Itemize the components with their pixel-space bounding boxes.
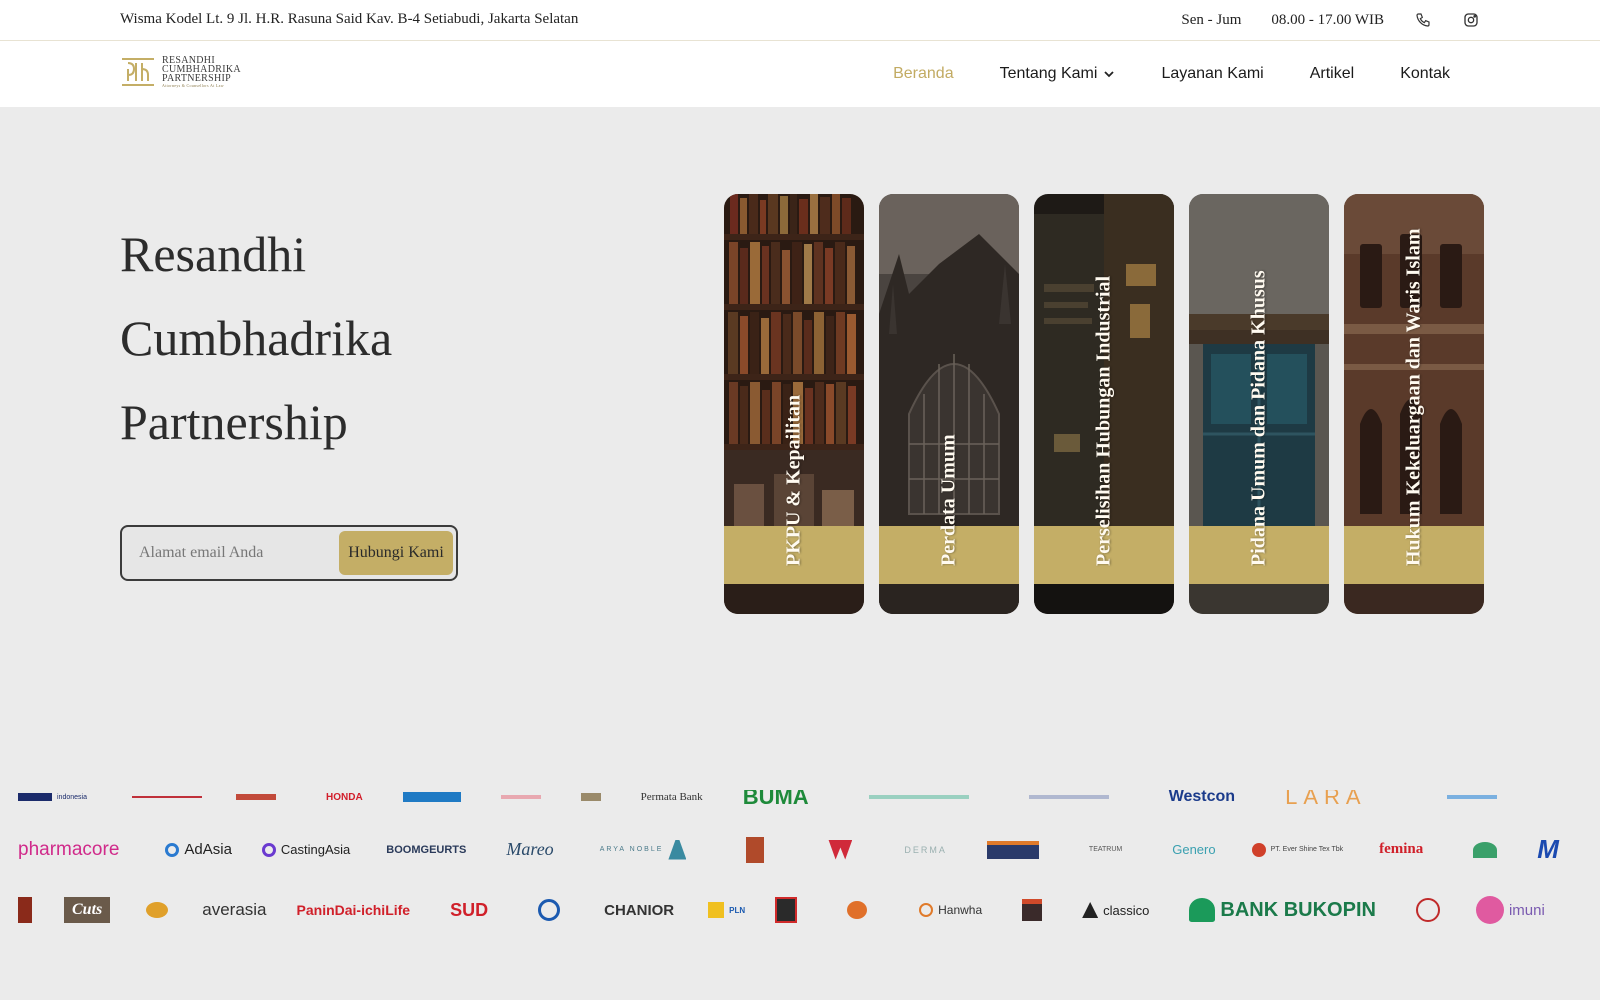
- client-logo: Genero: [1172, 842, 1216, 857]
- client-logo-row: indonesia HONDA Permata Bank BUMA Westco…: [0, 790, 1497, 818]
- client-logo: DERMA: [904, 844, 947, 855]
- client-logo: femina: [1379, 841, 1424, 857]
- client-logo: HONDA: [326, 791, 363, 803]
- client-logo: [132, 796, 222, 798]
- office-days: Sen - Jum: [1181, 11, 1242, 28]
- chevron-down-icon: [1104, 71, 1115, 78]
- client-logo: LARA: [1285, 790, 1367, 809]
- nav-item-tentang-kami[interactable]: Tentang Kami: [1000, 65, 1116, 83]
- client-logo: Mareo: [506, 839, 554, 859]
- service-label: Perdata Umum: [937, 434, 960, 566]
- client-logo: TEATRUM: [1088, 846, 1123, 853]
- client-logo: indonesia: [18, 793, 118, 801]
- client-logo: [986, 840, 1039, 859]
- service-label: Pidana Umum dan Pidana Khusus: [1247, 270, 1270, 566]
- service-label: PKPU & Kepailitan: [782, 394, 805, 566]
- nav-item-beranda[interactable]: Beranda: [893, 65, 954, 83]
- top-info-bar: Wisma Kodel Lt. 9 Jl. H.R. Rasuna Said K…: [0, 0, 1600, 41]
- main-navigation: RESANDHI CUMBHADRIKA PARTNERSHIP Attorne…: [0, 41, 1600, 107]
- client-logo: BUMA: [742, 790, 809, 809]
- client-logo: CastingAsia: [261, 842, 350, 857]
- client-logo: imuni: [1475, 896, 1545, 924]
- client-logo: [868, 795, 969, 799]
- service-label: Perselisihan Hubungan Industrial: [1092, 275, 1115, 566]
- client-logo: averasia: [202, 900, 267, 919]
- service-card-hukum-keluarga[interactable]: Hukum Kekeluargaan dan Waris Islam: [1344, 194, 1484, 614]
- client-logo: [236, 794, 286, 800]
- client-logo: pharmacore: [18, 838, 120, 860]
- client-logo: PLN: [708, 902, 745, 918]
- client-logo: [1022, 899, 1043, 921]
- site-logo[interactable]: RESANDHI CUMBHADRIKA PARTNERSHIP Attorne…: [120, 54, 241, 90]
- client-logo: classico: [1082, 902, 1149, 918]
- service-label: Hukum Kekeluargaan dan Waris Islam: [1402, 228, 1425, 566]
- client-logos: indonesia HONDA Permata Bank BUMA Westco…: [0, 790, 1600, 950]
- client-logo: [847, 901, 868, 919]
- top-info-right: Sen - Jum 08.00 - 17.00 WIB: [1181, 11, 1480, 29]
- client-logo: [1028, 795, 1109, 799]
- service-card-pkpu[interactable]: PKPU & Kepailitan: [724, 194, 864, 614]
- client-logo: [1446, 795, 1497, 799]
- office-address: Wisma Kodel Lt. 9 Jl. H.R. Rasuna Said K…: [120, 11, 579, 27]
- client-logo: [580, 793, 601, 801]
- nav-item-kontak[interactable]: Kontak: [1400, 65, 1450, 83]
- hero-title-line: Resandhi: [120, 226, 307, 282]
- client-logo: SUD: [450, 899, 489, 920]
- contact-email-form: Hubungi Kami: [120, 525, 458, 581]
- logo-tagline: Attorneys & Counsellors At Law: [162, 82, 224, 88]
- client-logo-row: Cuts averasia PaninDai-ichiLife SUD CHAN…: [0, 896, 1545, 924]
- client-logo: [500, 795, 541, 799]
- client-logo: Permata Bank: [640, 791, 703, 803]
- nav-label: Tentang Kami: [999, 65, 1098, 82]
- client-logo: BOOMGEURTS: [386, 843, 467, 856]
- nav-menu: Beranda Tentang Kami Layanan Kami Artike…: [893, 65, 1450, 83]
- client-logo: [775, 897, 798, 923]
- logo-line3: PARTNERSHIP: [162, 72, 232, 84]
- office-hours: 08.00 - 17.00 WIB: [1271, 11, 1384, 28]
- hero-title: Resandhi Cumbhadrika Partnership: [120, 212, 640, 464]
- client-logo: ARYA NOBLE: [600, 839, 687, 860]
- client-logo: [18, 897, 32, 923]
- phone-icon[interactable]: [1414, 11, 1432, 29]
- service-card-perdata[interactable]: Perdata Umum: [879, 194, 1019, 614]
- client-logo: [746, 836, 765, 863]
- client-logo: CHANIOR: [604, 901, 675, 919]
- client-logo: [1415, 898, 1440, 922]
- nav-label: Layanan Kami: [1161, 65, 1264, 82]
- hero-title-line: Partnership: [120, 394, 348, 450]
- nav-item-layanan-kami[interactable]: Layanan Kami: [1161, 65, 1263, 83]
- client-logo-row: pharmacore AdAsia CastingAsia BOOMGEURTS…: [0, 834, 1559, 865]
- client-logo: Cuts: [64, 897, 111, 923]
- firm-logo-text: RESANDHI CUMBHADRIKA PARTNERSHIP Attorne…: [162, 55, 241, 89]
- nav-label: Beranda: [893, 65, 954, 82]
- service-card-perselisihan[interactable]: Perselisihan Hubungan Industrial: [1034, 194, 1174, 614]
- client-logo: Westcon: [1168, 790, 1236, 805]
- service-card-pidana[interactable]: Pidana Umum dan Pidana Khusus: [1189, 194, 1329, 614]
- nav-item-artikel[interactable]: Artikel: [1310, 65, 1354, 83]
- client-logo: [828, 839, 853, 860]
- firm-logo-mark: [122, 58, 154, 86]
- nav-label: Artikel: [1309, 65, 1355, 82]
- client-logo: PT. Ever Shine Tex Tbk: [1251, 842, 1343, 857]
- client-logo: M: [1537, 834, 1559, 864]
- service-cards: PKPU & Kepailitan Perdata Umum Perselisi…: [724, 194, 1484, 614]
- client-logo: AdAsia: [165, 841, 232, 858]
- hero-title-line: Cumbhadrika: [120, 310, 393, 366]
- client-logo: [538, 899, 561, 921]
- client-logo: Hanwha: [919, 903, 982, 917]
- email-input[interactable]: [125, 530, 339, 576]
- client-logo: [146, 902, 169, 918]
- client-logo: PaninDai-ichiLife: [296, 902, 411, 918]
- client-logo: BANK BUKOPIN: [1189, 898, 1376, 922]
- client-logo: [1473, 841, 1498, 858]
- contact-button[interactable]: Hubungi Kami: [339, 531, 453, 575]
- client-logo: [402, 792, 461, 802]
- nav-label: Kontak: [1400, 65, 1450, 82]
- instagram-icon[interactable]: [1462, 11, 1480, 29]
